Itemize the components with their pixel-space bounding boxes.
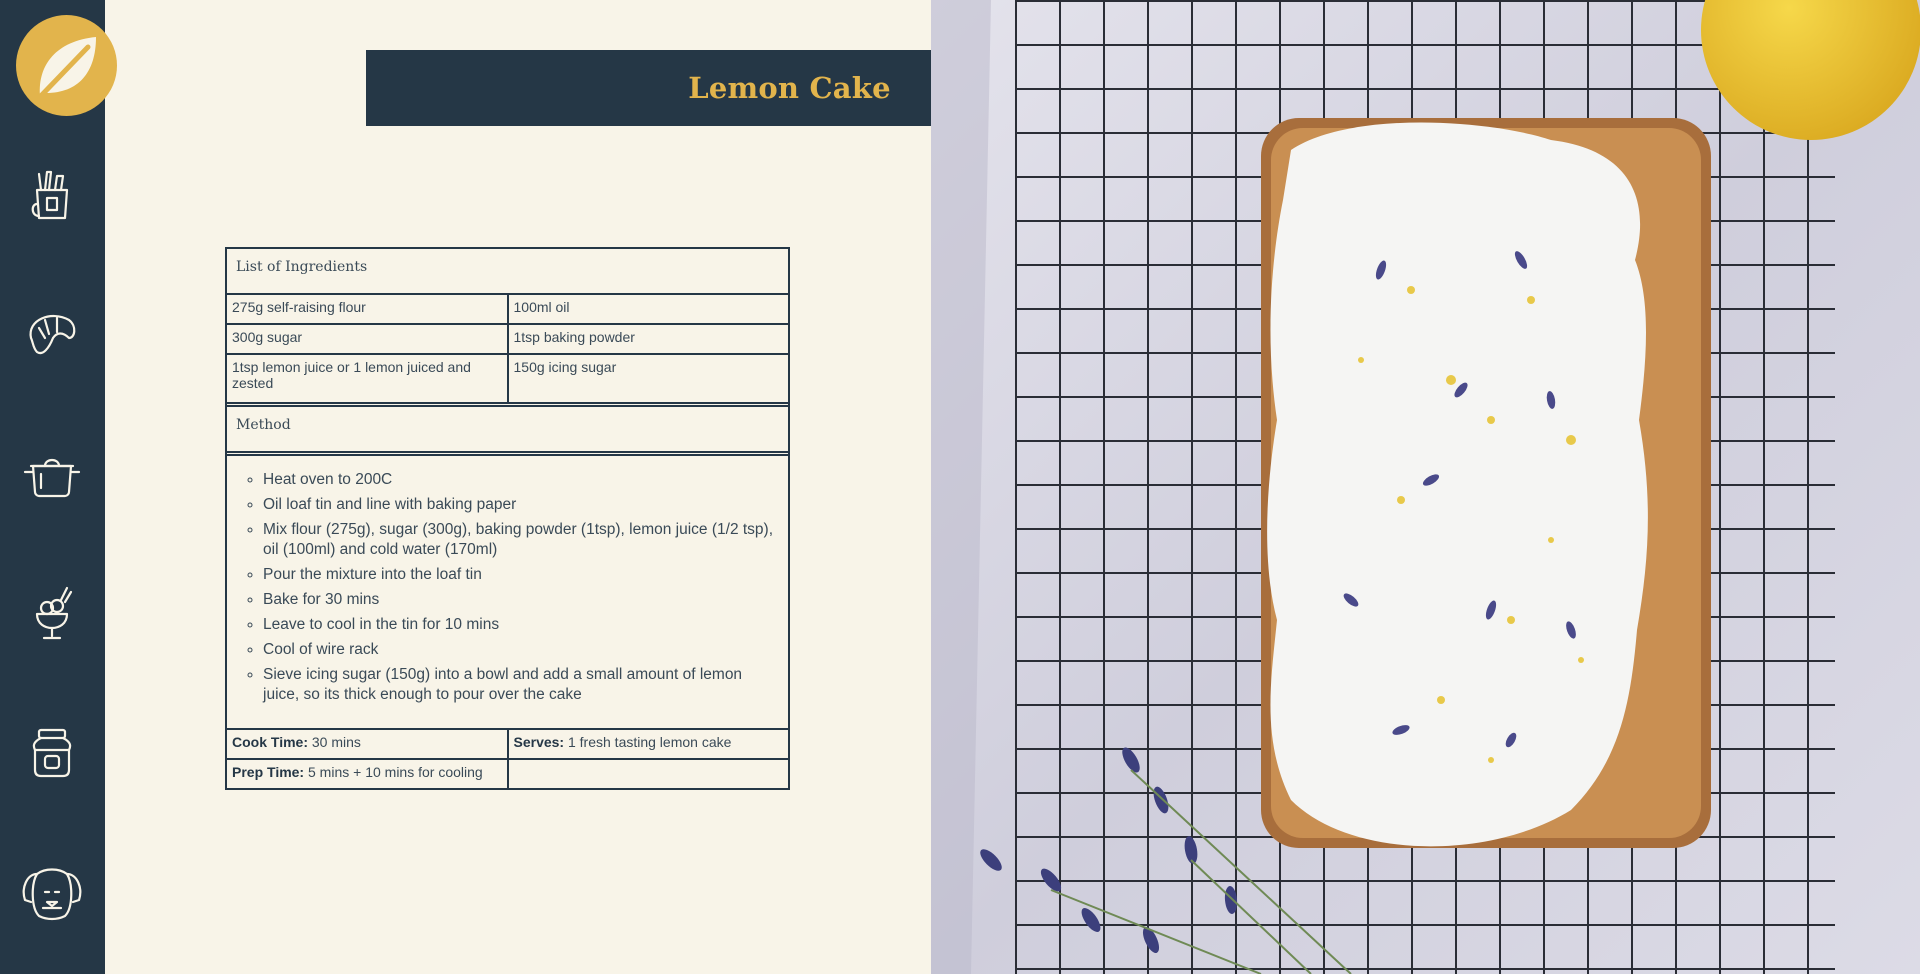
ingredients-heading: List of Ingredients [225,247,790,295]
ingredient-cell: 275g self-raising flour [225,293,509,325]
sidebar-item-pets[interactable] [17,858,87,928]
sidebar-item-bakery[interactable] [17,298,87,368]
serves-label: Serves: [513,734,565,750]
table-row: Prep Time: 5 mins + 10 mins for cooling [225,758,790,790]
dog-face-icon [22,868,82,921]
table-row: Cook Time: 30 mins Serves: 1 fresh tasti… [225,728,790,760]
ingredient-cell: 1tsp lemon juice or 1 lemon juiced and z… [225,353,509,404]
list-item: Heat oven to 200C [263,470,778,490]
list-item: Oil loaf tin and line with baking paper [263,495,778,515]
method-steps: Heat oven to 200C Oil loaf tin and line … [225,454,790,730]
list-item: Leave to cool in the tin for 10 mins [263,615,778,635]
list-item: Pour the mixture into the loaf tin [263,565,778,585]
sidebar-item-preserves[interactable] [17,716,87,786]
prep-time-value: 5 mins + 10 mins for cooling [308,764,483,780]
list-item: Sieve icing sugar (150g) into a bowl and… [263,665,778,705]
cooking-pot-icon [23,458,81,498]
lemon-cake-photo [931,0,1920,974]
serves-value: 1 fresh tasting lemon cake [567,734,732,750]
prep-time-label: Prep Time: [232,764,305,780]
serves-cell: Serves: 1 fresh tasting lemon cake [506,728,790,760]
ingredient-cell: 150g icing sugar [506,353,790,404]
sidebar-item-cooking[interactable] [17,438,87,508]
method-list: Heat oven to 200C Oil loaf tin and line … [263,470,778,705]
table-row: 300g sugar 1tsp baking powder [225,323,790,355]
cook-time-cell: Cook Time: 30 mins [225,728,509,760]
sidebar [0,0,117,974]
list-item: Bake for 30 mins [263,590,778,610]
empty-cell [506,758,790,790]
cake-illustration [931,0,1920,974]
table-row: 1tsp lemon juice or 1 lemon juiced and z… [225,353,790,404]
sidebar-item-desserts[interactable] [17,578,87,648]
croissant-icon [29,315,76,355]
cook-time-value: 30 mins [311,734,361,750]
ingredient-cell: 100ml oil [506,293,790,325]
home-logo[interactable] [16,15,117,116]
recipe-card: List of Ingredients 275g self-raising fl… [225,247,790,790]
ingredient-cell: 1tsp baking powder [506,323,790,355]
ingredient-cell: 300g sugar [225,323,509,355]
method-heading: Method [225,405,790,453]
sidebar-item-groceries[interactable] [17,160,87,230]
table-row: 275g self-raising flour 100ml oil [225,293,790,325]
ingredients-table: List of Ingredients 275g self-raising fl… [225,247,790,790]
cook-time-label: Cook Time: [232,734,308,750]
jar-icon [32,728,72,778]
groceries-icon [31,170,69,220]
leaf-icon [33,37,96,104]
list-item: Mix flour (275g), sugar (300g), baking p… [263,520,778,560]
ice-cream-sundae-icon [35,586,73,640]
prep-time-cell: Prep Time: 5 mins + 10 mins for cooling [225,758,509,790]
list-item: Cool of wire rack [263,640,778,660]
page-title: Lemon Cake [688,71,891,105]
